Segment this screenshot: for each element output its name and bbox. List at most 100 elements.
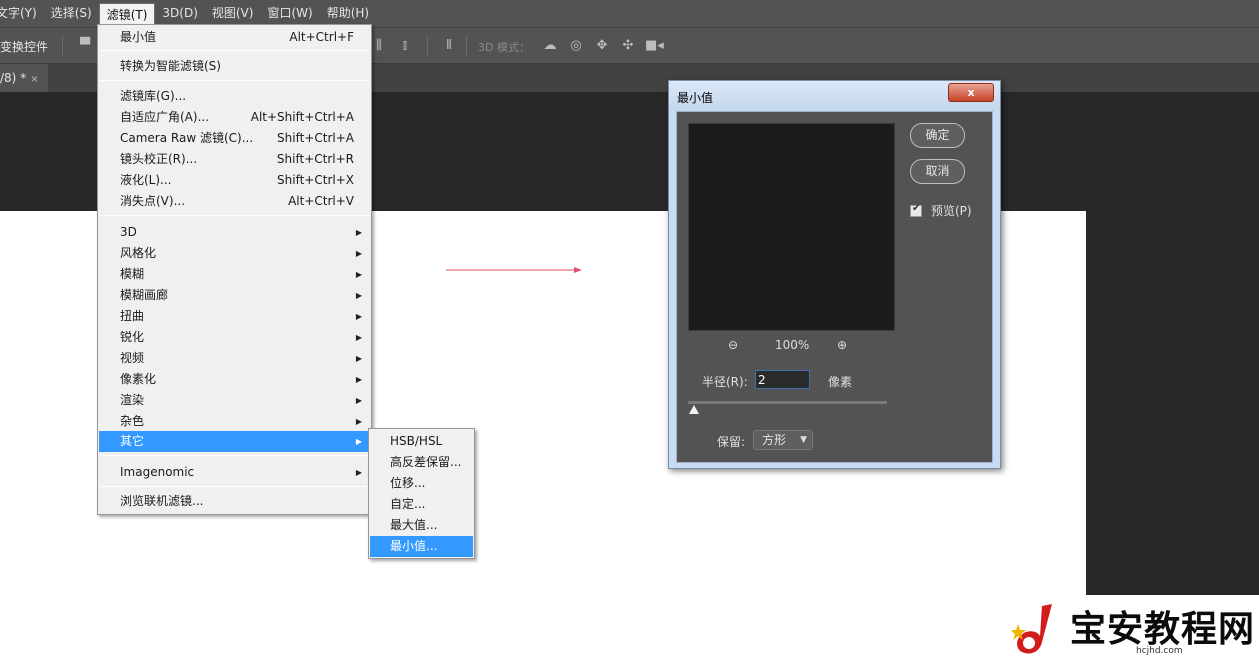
menu-view[interactable]: 视图(V)	[205, 0, 261, 27]
menu-item-stylize[interactable]: 风格化 ▶	[99, 243, 370, 264]
menu-item-vanishing-point[interactable]: 消失点(V)... Alt+Ctrl+V	[99, 191, 370, 212]
preserve-selected-value: 方形	[762, 433, 787, 447]
menu-item-label: 渲染	[120, 393, 145, 407]
cancel-button[interactable]: 取消	[910, 159, 965, 184]
shortcut-label: Shift+Ctrl+R	[276, 152, 354, 166]
submenu-arrow-icon: ▶	[355, 437, 362, 446]
filter-preview[interactable]	[688, 123, 895, 331]
menu-item-label: 转换为智能滤镜(S)	[120, 59, 221, 73]
submenu-item-hsb-hsl[interactable]: HSB/HSL	[370, 431, 473, 452]
zoom-out-icon[interactable]: ⊖	[728, 338, 738, 352]
roll-3d-icon[interactable]: ◎	[567, 37, 585, 55]
menu-window[interactable]: 窗口(W)	[260, 0, 319, 27]
submenu-item-high-pass[interactable]: 高反差保留...	[370, 452, 473, 473]
radius-input[interactable]	[755, 370, 810, 389]
submenu-arrow-icon: ▶	[355, 291, 362, 300]
document-tab-title: /8) *	[0, 71, 27, 85]
auto-align-icon[interactable]: ⫴	[440, 37, 458, 55]
menu-help[interactable]: 帮助(H)	[320, 0, 376, 27]
menu-item-blur-gallery[interactable]: 模糊画廊 ▶	[99, 285, 370, 306]
menu-item-pixelate[interactable]: 像素化 ▶	[99, 369, 370, 390]
submenu-item-offset[interactable]: 位移...	[370, 473, 473, 494]
menu-bar: 文字(Y) 选择(S) 滤镜(T) 3D(D) 视图(V) 窗口(W) 帮助(H…	[0, 0, 1259, 27]
slide-3d-icon[interactable]: ✣	[619, 37, 637, 55]
document-tab[interactable]: /8) * ×	[0, 64, 48, 92]
menu-separator	[100, 486, 369, 487]
radius-label: 半径(R):	[702, 375, 748, 389]
menu-item-label: 自适应广角(A)...	[120, 110, 210, 124]
radius-slider[interactable]	[688, 401, 887, 404]
submenu-arrow-icon: ▶	[355, 354, 362, 363]
menu-item-blur[interactable]: 模糊 ▶	[99, 264, 370, 285]
menu-item-label: 风格化	[120, 246, 157, 260]
menu-item-liquify[interactable]: 液化(L)... Shift+Ctrl+X	[99, 170, 370, 191]
menu-item-noise[interactable]: 杂色 ▶	[99, 411, 370, 432]
distribute-bottom-icon[interactable]: ⫾	[396, 37, 414, 55]
divider	[62, 36, 63, 56]
menu-item-distort[interactable]: 扭曲 ▶	[99, 306, 370, 327]
orbit-3d-icon[interactable]: ☁	[541, 37, 559, 55]
menu-item-adaptive-wide-angle[interactable]: 自适应广角(A)... Alt+Shift+Ctrl+A	[99, 107, 370, 128]
menu-item-label: 锐化	[120, 330, 145, 344]
menu-item-label: 视频	[120, 351, 145, 365]
3d-mode-label: 3D 模式：	[478, 41, 530, 54]
menu-item-label: 其它	[120, 434, 145, 448]
close-icon[interactable]: x	[948, 83, 994, 102]
submenu-arrow-icon: ▶	[355, 228, 362, 237]
preserve-select[interactable]: 方形 ▼	[753, 430, 813, 450]
menu-3d[interactable]: 3D(D)	[155, 0, 204, 27]
menu-item-sharpen[interactable]: 锐化 ▶	[99, 327, 370, 348]
menu-item-convert-smart-filter[interactable]: 转换为智能滤镜(S)	[99, 56, 370, 77]
menu-item-label: 像素化	[120, 372, 157, 386]
preview-checkbox[interactable]: 预览(P)	[910, 202, 972, 219]
menu-item-lens-correction[interactable]: 镜头校正(R)... Shift+Ctrl+R	[99, 149, 370, 170]
zoom-in-icon[interactable]: ⊕	[837, 338, 847, 352]
ok-button[interactable]: 确定	[910, 123, 965, 148]
shortcut-label: Shift+Ctrl+X	[277, 173, 354, 187]
menu-item-video[interactable]: 视频 ▶	[99, 348, 370, 369]
minimum-dialog: 最小值 x ⊖ 100% ⊕ 确定 取消 预览(P) 半径(R): 像素 保留:…	[668, 80, 1001, 469]
filter-menu: 最小值 Alt+Ctrl+F 转换为智能滤镜(S) 滤镜库(G)... 自适应广角…	[97, 24, 372, 515]
menu-type[interactable]: 文字(Y)	[0, 0, 44, 27]
menu-item-filter-gallery[interactable]: 滤镜库(G)...	[99, 86, 370, 107]
unit-label: 像素	[828, 375, 853, 389]
shortcut-label: Shift+Ctrl+A	[277, 131, 354, 145]
menu-item-3d[interactable]: 3D ▶	[99, 222, 370, 243]
submenu-item-custom[interactable]: 自定...	[370, 494, 473, 515]
menu-separator	[100, 80, 369, 81]
divider	[427, 36, 428, 56]
align-top-icon[interactable]: ▀	[76, 37, 94, 55]
menu-item-imagenomic[interactable]: Imagenomic ▶	[99, 462, 370, 483]
menu-item-label: Imagenomic	[120, 465, 195, 479]
dialog-titlebar[interactable]: 最小值 x	[669, 81, 1000, 111]
menu-item-camera-raw[interactable]: Camera Raw 滤镜(C)... Shift+Ctrl+A	[99, 128, 370, 149]
close-tab-icon[interactable]: ×	[30, 74, 38, 85]
submenu-arrow-icon: ▶	[355, 270, 362, 279]
transform-controls-label[interactable]: 变换控件	[0, 38, 48, 55]
menu-select[interactable]: 选择(S)	[44, 0, 99, 27]
submenu-item-minimum[interactable]: 最小值...	[370, 536, 473, 557]
slider-thumb-icon[interactable]	[689, 405, 699, 414]
menu-item-label: 最小值	[120, 30, 157, 44]
distribute-vcenter-icon[interactable]: ⫼	[370, 37, 388, 55]
pan-3d-icon[interactable]: ✥	[593, 37, 611, 55]
other-submenu: HSB/HSL 高反差保留... 位移... 自定... 最大值... 最小值.…	[368, 428, 475, 559]
menu-item-last-filter[interactable]: 最小值 Alt+Ctrl+F	[99, 27, 370, 48]
menu-item-label: 浏览联机滤镜...	[120, 494, 204, 508]
dialog-body: ⊖ 100% ⊕ 确定 取消 预览(P) 半径(R): 像素 保留: 方形 ▼	[676, 111, 993, 463]
menu-item-other[interactable]: 其它 ▶	[99, 431, 370, 452]
dialog-title: 最小值	[677, 91, 714, 105]
watermark-url: hcjhd.com	[1136, 646, 1183, 656]
menu-item-render[interactable]: 渲染 ▶	[99, 390, 370, 411]
shortcut-label: Alt+Shift+Ctrl+A	[250, 110, 354, 124]
menu-item-label: 消失点(V)...	[120, 194, 186, 208]
submenu-item-maximum[interactable]: 最大值...	[370, 515, 473, 536]
shortcut-label: Alt+Ctrl+F	[289, 30, 354, 44]
submenu-arrow-icon: ▶	[355, 468, 362, 477]
menu-item-label: 镜头校正(R)...	[120, 152, 198, 166]
menu-separator	[100, 455, 369, 456]
camera-3d-icon[interactable]: ■◂	[645, 37, 664, 55]
menu-item-browse-filters-online[interactable]: 浏览联机滤镜...	[99, 491, 370, 512]
divider	[466, 36, 467, 56]
preserve-label: 保留:	[717, 435, 746, 449]
